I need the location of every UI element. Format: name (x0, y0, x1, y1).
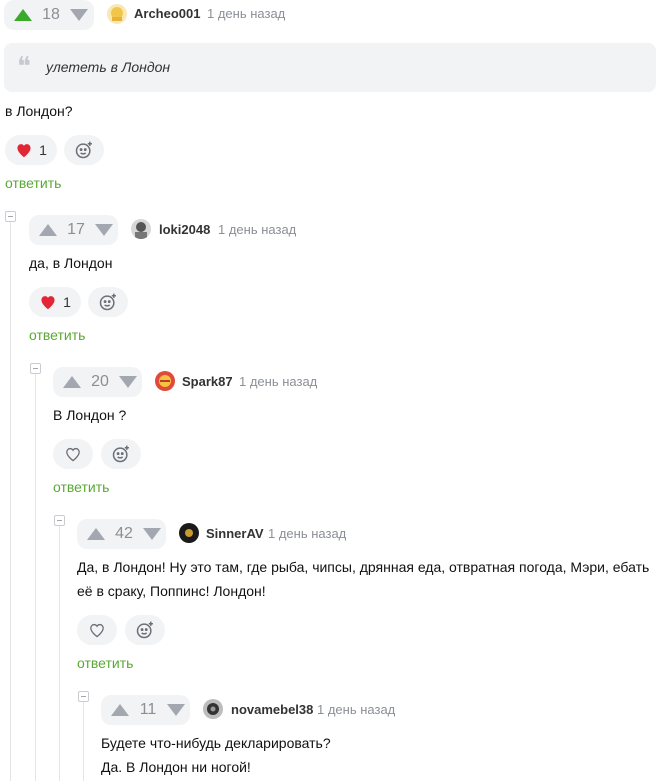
upvote-icon[interactable] (63, 376, 81, 388)
avatar[interactable] (203, 699, 223, 719)
comment-text: в Лондон? (5, 103, 73, 119)
thread-line (10, 221, 11, 781)
timestamp[interactable]: 1 день назад (218, 222, 296, 237)
like-button[interactable] (53, 439, 93, 469)
comment-text-line: Да, в Лондон! Ну это там, где рыба, чипс… (77, 559, 650, 575)
author-name[interactable]: SinnerAV (206, 526, 264, 541)
score: 20 (91, 373, 109, 390)
comment-text-line: её в сраку, Поппинс! Лондон! (77, 583, 266, 599)
quote-block: ❝ улететь в Лондон (4, 43, 656, 92)
score: 17 (67, 221, 85, 238)
downvote-icon[interactable] (70, 9, 88, 21)
like-button[interactable]: 1 (5, 135, 57, 165)
quote-icon: ❝ (17, 52, 31, 82)
heart-outline-icon (66, 447, 80, 462)
like-button[interactable] (77, 615, 117, 645)
timestamp[interactable]: 1 день назад (317, 702, 395, 717)
add-reaction-icon (99, 293, 116, 311)
collapse-icon[interactable] (5, 211, 16, 222)
comment-text-line: Будете что-нибудь декларировать? (101, 735, 331, 751)
vote-widget: 17 (29, 215, 118, 245)
upvote-icon[interactable] (14, 9, 32, 21)
author-name[interactable]: Spark87 (182, 374, 233, 389)
heart-outline-icon (90, 623, 104, 638)
collapse-icon[interactable] (30, 363, 41, 374)
downvote-icon[interactable] (143, 528, 161, 540)
add-reaction-button[interactable] (88, 287, 128, 317)
thread-line (35, 373, 36, 781)
avatar[interactable] (131, 219, 151, 239)
heart-icon (41, 296, 55, 310)
timestamp[interactable]: 1 день назад (268, 526, 346, 541)
thread-line (83, 701, 84, 781)
score: 18 (42, 6, 60, 23)
timestamp[interactable]: 1 день назад (207, 6, 285, 21)
thread-line (59, 525, 60, 781)
add-reaction-icon (75, 141, 92, 159)
vote-widget: 11 (101, 695, 190, 725)
like-button[interactable]: 1 (29, 287, 81, 317)
score: 42 (115, 525, 133, 542)
author-name[interactable]: novamebel38 (231, 702, 313, 717)
comment-text: да, в Лондон (29, 255, 113, 271)
avatar[interactable] (107, 4, 127, 24)
comment-text: В Лондон ? (53, 407, 127, 423)
add-reaction-icon (112, 445, 129, 463)
score: 11 (139, 701, 157, 718)
collapse-icon[interactable] (54, 515, 65, 526)
add-reaction-button[interactable] (64, 135, 104, 165)
like-count: 1 (39, 142, 47, 158)
reply-link[interactable]: ответить (5, 175, 61, 191)
downvote-icon[interactable] (95, 224, 113, 236)
downvote-icon[interactable] (119, 376, 137, 388)
vote-widget: 42 (77, 519, 166, 549)
like-count: 1 (63, 294, 71, 310)
comment-text-line: Да. В Лондон ни ногой! (101, 759, 251, 775)
vote-widget: 18 (4, 0, 94, 30)
upvote-icon[interactable] (111, 704, 129, 716)
timestamp[interactable]: 1 день назад (239, 374, 317, 389)
downvote-icon[interactable] (167, 704, 185, 716)
reply-link[interactable]: ответить (77, 655, 133, 671)
vote-widget: 20 (53, 367, 142, 397)
avatar[interactable] (179, 523, 199, 543)
reply-link[interactable]: ответить (53, 479, 109, 495)
quote-text: улететь в Лондон (46, 59, 171, 75)
add-reaction-button[interactable] (125, 615, 165, 645)
avatar[interactable] (155, 371, 175, 391)
author-name[interactable]: loki2048 (159, 222, 210, 237)
upvote-icon[interactable] (39, 224, 57, 236)
add-reaction-button[interactable] (101, 439, 141, 469)
author-name[interactable]: Archeo001 (134, 6, 200, 21)
upvote-icon[interactable] (87, 528, 105, 540)
collapse-icon[interactable] (78, 691, 89, 702)
add-reaction-icon (136, 621, 153, 639)
reply-link[interactable]: ответить (29, 327, 85, 343)
heart-icon (17, 144, 31, 158)
